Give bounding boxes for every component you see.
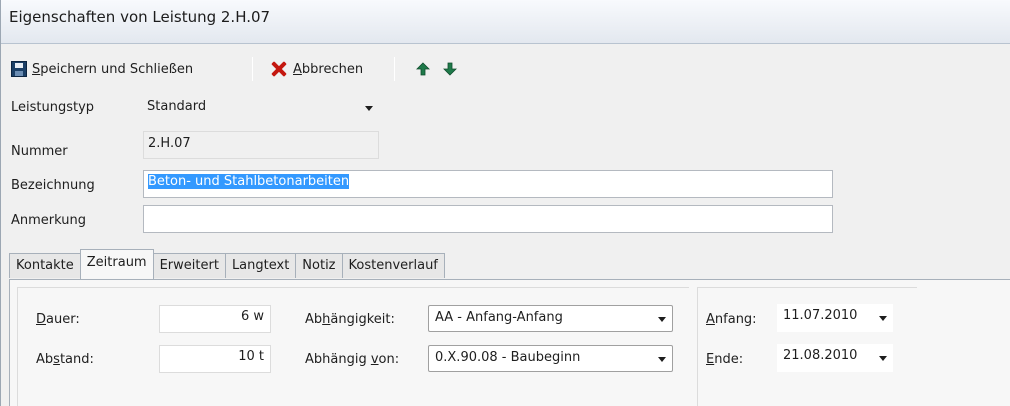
toolbar-separator xyxy=(252,57,253,81)
chevron-down-icon xyxy=(879,356,887,361)
chevron-down-icon xyxy=(879,316,887,321)
anfang-label: Anfang: xyxy=(706,312,757,327)
abhaengig-von-select[interactable]: 0.X.90.08 - Baubeginn xyxy=(428,345,673,372)
properties-window: Eigenschaften von Leistung 2.H.07 Speich… xyxy=(0,0,1010,406)
toolbar-separator xyxy=(394,57,395,81)
abhaengigkeit-label: Abhängigkeit: xyxy=(305,312,395,327)
move-up-button[interactable] xyxy=(415,57,431,81)
move-down-button[interactable] xyxy=(442,57,458,81)
chevron-down-icon xyxy=(658,356,666,362)
abhaengig-von-value: 0.X.90.08 - Baubeginn xyxy=(435,350,581,365)
chevron-down-icon xyxy=(365,106,373,111)
cancel-label: Abbrechen xyxy=(293,61,364,77)
abstand-input[interactable]: 10 t xyxy=(159,345,271,373)
arrow-up-icon xyxy=(415,61,431,77)
nummer-field: 2.H.07 xyxy=(143,131,379,159)
ende-label: Ende: xyxy=(706,352,744,367)
dauer-label: Dauer: xyxy=(36,312,80,327)
tab-kostenverlauf[interactable]: Kostenverlauf xyxy=(341,253,445,278)
title-bar: Eigenschaften von Leistung 2.H.07 xyxy=(1,0,1010,44)
leistungstyp-label: Leistungstyp xyxy=(11,100,95,115)
window-title: Eigenschaften von Leistung 2.H.07 xyxy=(9,8,271,26)
leistungstyp-value: Standard xyxy=(147,99,207,114)
bezeichnung-input[interactable]: Beton- und Stahlbetonarbeiten xyxy=(143,170,833,198)
toolbar: Speichern und Schließen Abbrechen xyxy=(1,45,1010,92)
cancel-button[interactable]: Abbrechen xyxy=(270,57,363,81)
tab-zeitraum[interactable]: Zeitraum xyxy=(79,249,154,279)
anfang-value: 11.07.2010 xyxy=(783,308,858,323)
arrow-down-icon xyxy=(442,61,458,77)
nummer-label: Nummer xyxy=(11,144,68,159)
tab-erweitert[interactable]: Erweitert xyxy=(152,253,226,278)
save-and-close-label: Speichern und Schließen xyxy=(32,61,194,77)
abstand-label: Abstand: xyxy=(36,352,94,367)
save-and-close-button[interactable]: Speichern und Schließen xyxy=(11,57,193,81)
abhaengigkeit-value: AA - Anfang-Anfang xyxy=(435,310,563,325)
bezeichnung-label: Bezeichnung xyxy=(11,178,95,193)
tab-bar: Kontakte Zeitraum Erweitert Langtext Not… xyxy=(9,249,445,279)
ende-value: 21.08.2010 xyxy=(783,348,858,363)
anmerkung-label: Anmerkung xyxy=(11,213,86,228)
tab-notiz[interactable]: Notiz xyxy=(295,253,343,278)
tab-kontakte[interactable]: Kontakte xyxy=(9,253,81,278)
nummer-value: 2.H.07 xyxy=(148,136,191,151)
bezeichnung-value: Beton- und Stahlbetonarbeiten xyxy=(148,174,350,189)
abhaengigkeit-select[interactable]: AA - Anfang-Anfang xyxy=(428,305,673,332)
floppy-disk-icon xyxy=(11,61,27,77)
chevron-down-icon xyxy=(658,316,666,322)
dauer-input[interactable]: 6 w xyxy=(159,305,271,333)
anfang-date-picker[interactable]: 11.07.2010 xyxy=(777,304,893,332)
tab-langtext[interactable]: Langtext xyxy=(224,253,297,278)
ende-date-picker[interactable]: 21.08.2010 xyxy=(777,344,893,372)
anmerkung-input[interactable] xyxy=(143,205,833,233)
abhaengig-von-label: Abhängig von: xyxy=(305,352,400,367)
leistungstyp-select[interactable]: Standard xyxy=(143,95,379,121)
cancel-x-icon xyxy=(270,60,288,78)
